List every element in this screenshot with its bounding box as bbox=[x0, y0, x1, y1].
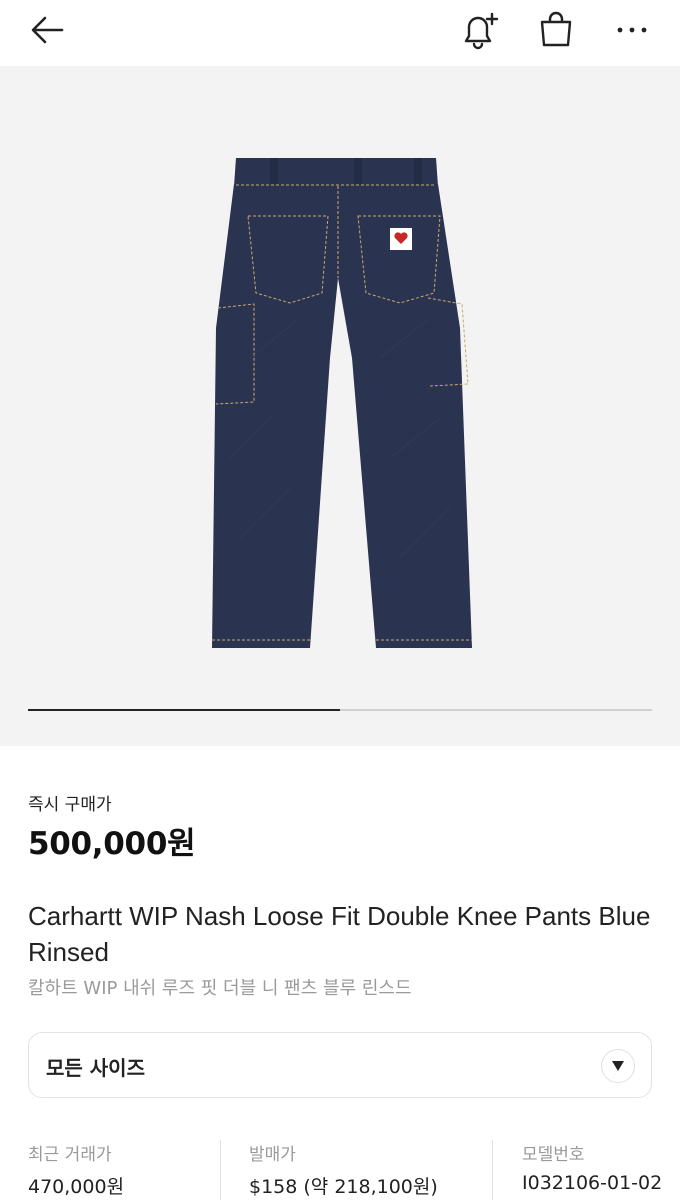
recent-price-info: 최근 거래가 470,000원 bbox=[28, 1140, 124, 1199]
size-select-label: 모든 사이즈 bbox=[46, 1056, 145, 1080]
instant-buy-price: 500,000원 bbox=[28, 826, 196, 862]
recent-price-value: 470,000원 bbox=[28, 1176, 125, 1198]
chevron-down-icon[interactable] bbox=[601, 1049, 635, 1083]
info-divider bbox=[492, 1140, 493, 1200]
more-icon[interactable] bbox=[610, 8, 654, 52]
model-number-value: I032106-01-02 bbox=[522, 1172, 663, 1194]
product-title: Carhartt WIP Nash Loose Fit Double Knee … bbox=[28, 901, 651, 967]
product-image bbox=[212, 158, 472, 648]
product-image-gallery[interactable] bbox=[0, 66, 680, 746]
top-bar bbox=[0, 0, 680, 66]
product-title-korean: 칼하트 WIP 내쉬 루즈 핏 더블 니 팬츠 블루 린스드 bbox=[28, 978, 412, 999]
image-progress-indicator bbox=[28, 709, 340, 711]
shopping-bag-icon[interactable] bbox=[534, 8, 578, 52]
image-progress-track bbox=[28, 709, 652, 711]
size-select[interactable]: 모든 사이즈 bbox=[28, 1032, 652, 1098]
back-icon[interactable] bbox=[28, 10, 68, 50]
info-divider bbox=[220, 1140, 221, 1200]
model-number-label: 모델번호 bbox=[522, 1145, 585, 1165]
release-price-info: 발매가 $158 (약 218,100원) bbox=[249, 1140, 438, 1199]
release-price-value: $158 (약 218,100원) bbox=[249, 1176, 438, 1198]
recent-price-label: 최근 거래가 bbox=[28, 1145, 112, 1165]
model-number-info: 모델번호 I032106-01-02 bbox=[522, 1140, 662, 1194]
release-price-label: 발매가 bbox=[249, 1145, 296, 1165]
instant-buy-label: 즉시 구매가 bbox=[28, 795, 112, 815]
bell-plus-icon[interactable] bbox=[458, 8, 502, 52]
